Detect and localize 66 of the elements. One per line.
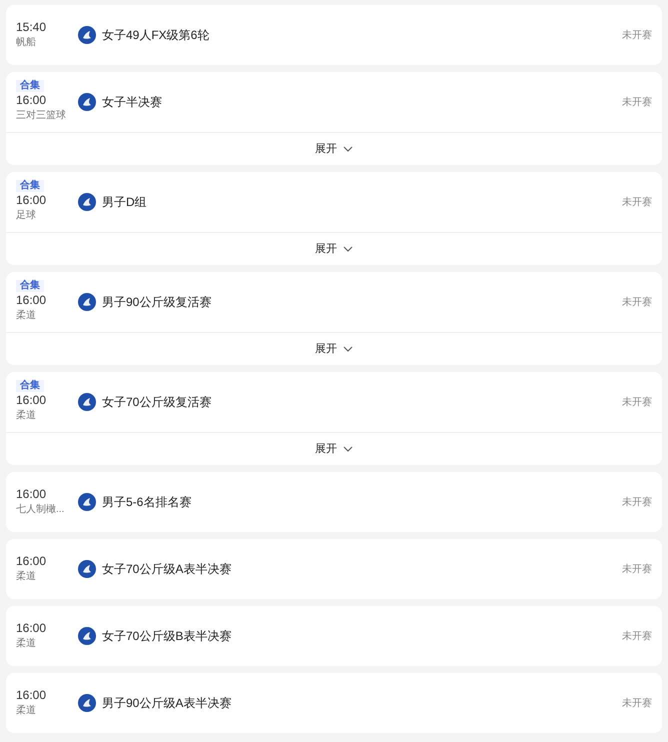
event-title: 女子49人FX级第6轮 bbox=[102, 27, 210, 44]
event-time: 16:00 bbox=[16, 92, 48, 108]
event-status: 未开赛 bbox=[622, 562, 652, 576]
event-card[interactable]: 16:00 柔道 女子70公斤级B表半决赛 未开赛 bbox=[6, 606, 662, 666]
sport-icon bbox=[78, 293, 96, 311]
event-card[interactable]: 16:00 柔道 男子90公斤级A表半决赛 未开赛 bbox=[6, 673, 662, 733]
expand-button[interactable]: 展开 bbox=[6, 432, 662, 465]
collection-tag: 合集 bbox=[16, 80, 44, 92]
event-time: 16:00 bbox=[16, 620, 48, 636]
event-card[interactable]: 15:40 帆船 女子49人FX级第6轮 未开赛 bbox=[6, 5, 662, 65]
event-time: 16:00 bbox=[16, 192, 48, 208]
event-status: 未开赛 bbox=[622, 296, 652, 310]
event-card[interactable]: 合集 16:00 足球 男子D组 未开赛 展开 bbox=[6, 172, 662, 265]
sport-icon bbox=[78, 560, 96, 578]
collection-tag: 合集 bbox=[16, 380, 44, 392]
event-card[interactable]: 合集 16:00 柔道 男子90公斤级复活赛 未开赛 展开 bbox=[6, 272, 662, 365]
event-title: 男子D组 bbox=[102, 194, 147, 211]
sport-icon bbox=[78, 93, 96, 111]
event-card[interactable]: 16:00 柔道 女子70公斤级A表半决赛 未开赛 bbox=[6, 539, 662, 599]
chevron-down-icon bbox=[343, 346, 353, 352]
event-title: 女子70公斤级复活赛 bbox=[102, 394, 212, 411]
event-title: 女子70公斤级B表半决赛 bbox=[102, 628, 232, 645]
chevron-down-icon bbox=[343, 446, 353, 452]
sport-name: 三对三篮球 bbox=[16, 108, 67, 123]
sport-icon bbox=[78, 193, 96, 211]
event-time: 16:00 bbox=[16, 553, 48, 569]
sport-name: 足球 bbox=[16, 208, 37, 223]
event-status: 未开赛 bbox=[622, 196, 652, 210]
event-card[interactable]: 合集 16:00 柔道 女子70公斤级复活赛 未开赛 展开 bbox=[6, 372, 662, 465]
sport-name: 柔道 bbox=[16, 308, 37, 323]
event-status: 未开赛 bbox=[622, 96, 652, 110]
event-title: 女子70公斤级A表半决赛 bbox=[102, 561, 232, 578]
event-status: 未开赛 bbox=[622, 496, 652, 510]
event-title: 男子5-6名排名赛 bbox=[102, 494, 192, 511]
event-title: 女子半决赛 bbox=[102, 94, 162, 111]
sport-icon bbox=[78, 26, 96, 44]
expand-button[interactable]: 展开 bbox=[6, 232, 662, 265]
event-card[interactable]: 16:00 七人制橄... 男子5-6名排名赛 未开赛 bbox=[6, 472, 662, 532]
sport-name: 七人制橄... bbox=[16, 502, 66, 517]
event-status: 未开赛 bbox=[622, 630, 652, 644]
event-time: 16:00 bbox=[16, 292, 48, 308]
event-status: 未开赛 bbox=[622, 396, 652, 410]
event-status: 未开赛 bbox=[622, 696, 652, 710]
sport-name: 柔道 bbox=[16, 570, 37, 584]
sport-name: 柔道 bbox=[16, 408, 37, 423]
sport-name: 柔道 bbox=[16, 636, 37, 651]
collection-tag: 合集 bbox=[16, 280, 44, 292]
chevron-down-icon bbox=[343, 246, 353, 252]
sport-name: 帆船 bbox=[16, 36, 37, 50]
sport-icon bbox=[78, 393, 96, 411]
event-title: 男子90公斤级复活赛 bbox=[102, 294, 212, 311]
event-time: 16:00 bbox=[16, 486, 48, 502]
chevron-down-icon bbox=[343, 146, 353, 152]
event-status: 未开赛 bbox=[622, 28, 652, 42]
sport-icon bbox=[78, 694, 96, 712]
event-title: 男子90公斤级A表半决赛 bbox=[102, 695, 232, 712]
event-card[interactable]: 合集 16:00 三对三篮球 女子半决赛 未开赛 展开 bbox=[6, 72, 662, 165]
event-time: 16:00 bbox=[16, 687, 48, 703]
sport-icon bbox=[78, 627, 96, 645]
collection-tag: 合集 bbox=[16, 180, 44, 192]
sport-icon bbox=[78, 493, 96, 511]
event-time: 15:40 bbox=[16, 19, 48, 35]
expand-button[interactable]: 展开 bbox=[6, 132, 662, 165]
event-time: 16:00 bbox=[16, 392, 48, 408]
expand-button[interactable]: 展开 bbox=[6, 332, 662, 365]
sport-name: 柔道 bbox=[16, 704, 37, 718]
